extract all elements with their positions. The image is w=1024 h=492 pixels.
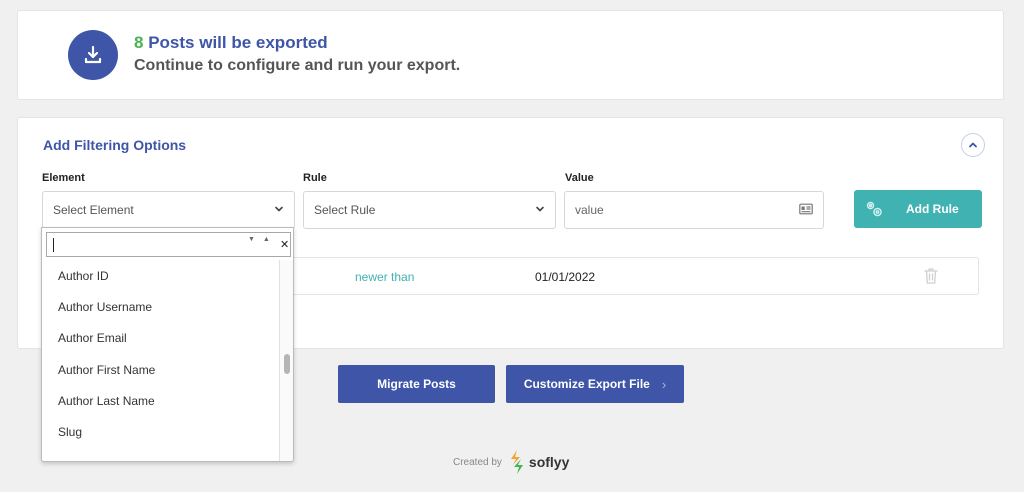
export-headline-text: Posts will be exported xyxy=(148,33,328,52)
element-column-label: Element xyxy=(42,172,85,184)
value-column-label: Value xyxy=(565,172,594,184)
rule-select-value: Select Rule xyxy=(314,203,376,217)
element-dropdown: ▼▲ ✕ Author ID Author Username Author Emai… xyxy=(41,227,294,462)
migrate-posts-label: Migrate Posts xyxy=(377,377,456,391)
trash-icon[interactable] xyxy=(923,267,939,290)
dropdown-search-input[interactable]: ▼▲ ✕ xyxy=(46,232,291,257)
sort-arrows-icon: ▼▲ xyxy=(248,236,278,243)
chevron-down-icon xyxy=(535,203,545,217)
migrate-posts-button[interactable]: Migrate Posts xyxy=(338,365,495,403)
element-select-value: Select Element xyxy=(53,203,134,217)
gears-icon xyxy=(864,199,884,219)
rule-operator: newer than xyxy=(355,270,415,284)
export-subline: Continue to configure and run your expor… xyxy=(134,57,461,74)
scrollbar-thumb[interactable] xyxy=(284,354,290,374)
filtering-options-title: Add Filtering Options xyxy=(43,137,187,153)
element-select[interactable]: Select Element xyxy=(42,191,295,229)
filter-rule-row: newer than 01/01/2022 xyxy=(281,257,979,295)
dropdown-option[interactable]: Slug xyxy=(42,416,279,447)
id-card-icon xyxy=(799,203,813,218)
add-rule-label: Add Rule xyxy=(906,202,959,216)
collapse-button[interactable] xyxy=(961,133,985,157)
dropdown-option[interactable]: Author Email xyxy=(42,323,279,354)
rule-column-label: Rule xyxy=(303,172,327,184)
customize-export-label: Customize Export File xyxy=(523,377,650,391)
value-input[interactable] xyxy=(575,203,795,217)
dropdown-option[interactable]: Author ID xyxy=(42,260,279,291)
add-rule-button[interactable]: Add Rule xyxy=(854,190,982,228)
export-icon xyxy=(68,30,118,80)
dropdown-option[interactable]: Author First Name xyxy=(42,354,279,385)
export-summary-card: 8 Posts will be exported Continue to con… xyxy=(17,10,1004,100)
created-by-text: Created by xyxy=(453,456,502,468)
export-count-headline: 8 Posts will be exported xyxy=(134,33,328,53)
export-count: 8 xyxy=(134,33,144,52)
value-field[interactable] xyxy=(564,191,824,229)
chevron-down-icon xyxy=(274,203,284,217)
close-icon[interactable]: ✕ xyxy=(280,238,289,251)
text-caret xyxy=(53,238,54,252)
brand-name: soflyy xyxy=(528,454,570,470)
soflyy-logo-icon xyxy=(508,449,526,475)
chevron-up-icon xyxy=(969,142,977,148)
rule-value: 01/01/2022 xyxy=(535,270,596,284)
dropdown-options-list: Author ID Author Username Author Email Auth… xyxy=(42,260,279,448)
footer-credit: Created by soflyy xyxy=(453,449,569,475)
dropdown-scrollbar[interactable] xyxy=(279,260,293,461)
chevron-right-icon: › xyxy=(661,376,667,392)
rule-select[interactable]: Select Rule xyxy=(303,191,556,229)
dropdown-option[interactable]: Author Username xyxy=(42,291,279,322)
dropdown-option[interactable]: Author Last Name xyxy=(42,385,279,416)
customize-export-button[interactable]: Customize Export File › xyxy=(506,365,684,403)
